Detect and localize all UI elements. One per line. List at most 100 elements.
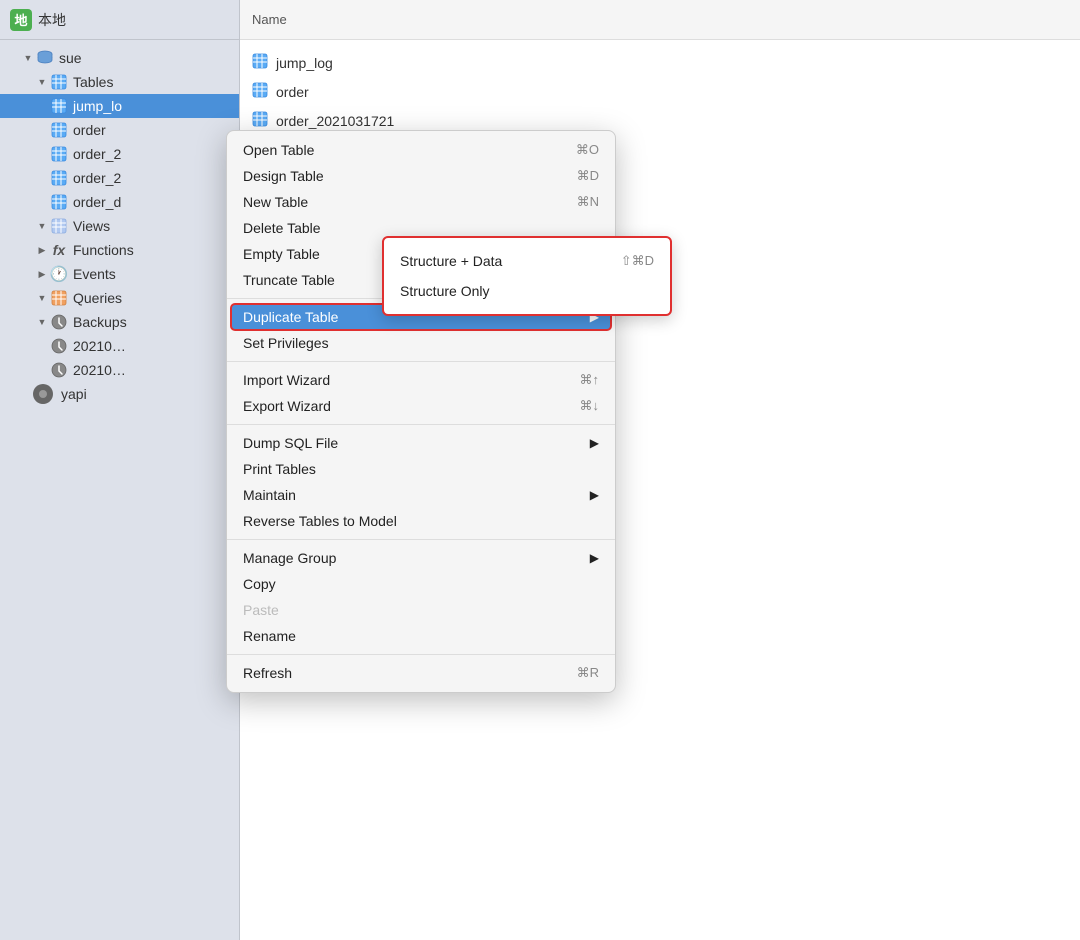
- menu-item-maintain[interactable]: Maintain ▶: [227, 482, 615, 508]
- sidebar-item-sue[interactable]: ▼ sue: [0, 46, 239, 70]
- menu-item-label: Rename: [243, 628, 296, 644]
- menu-item-label: Empty Table: [243, 246, 320, 262]
- db-icon: [36, 49, 54, 67]
- submenu-item-structure-only[interactable]: Structure Only: [384, 276, 670, 306]
- menu-item-reverse-tables[interactable]: Reverse Tables to Model: [227, 508, 615, 534]
- menu-item-new-table[interactable]: New Table ⌘N: [227, 189, 615, 215]
- menu-item-manage-group[interactable]: Manage Group ▶: [227, 545, 615, 571]
- sidebar-item-label: Functions: [73, 242, 134, 258]
- table-icon: [50, 121, 68, 139]
- menu-item-label: New Table: [243, 194, 308, 210]
- sidebar-item-views[interactable]: ▼ Views: [0, 214, 239, 238]
- sidebar-item-order-detail[interactable]: order_d: [0, 190, 239, 214]
- backup-file-icon: [50, 361, 68, 379]
- sidebar-item-label: sue: [59, 50, 82, 66]
- menu-item-design-table[interactable]: Design Table ⌘D: [227, 163, 615, 189]
- sidebar-item-label: Views: [73, 218, 110, 234]
- sidebar-item-order2[interactable]: order_2: [0, 142, 239, 166]
- menu-item-label: Manage Group: [243, 550, 336, 566]
- menu-item-set-privileges[interactable]: Set Privileges: [227, 330, 615, 356]
- main-header: Name: [240, 0, 1080, 40]
- sidebar-item-backups[interactable]: ▼ Backups: [0, 310, 239, 334]
- shortcut: ⌘O: [576, 142, 599, 158]
- menu-item-paste[interactable]: Paste: [227, 597, 615, 623]
- menu-item-print-tables[interactable]: Print Tables: [227, 456, 615, 482]
- item-label: order: [276, 84, 309, 100]
- shortcut: ⌘R: [577, 665, 599, 681]
- table-icon: [252, 111, 268, 130]
- expand-triangle: ▼: [36, 292, 48, 304]
- context-menu: Open Table ⌘O Design Table ⌘D New Table …: [226, 130, 616, 693]
- submenu-item-structure-data[interactable]: Structure + Data ⇧⌘D: [384, 246, 670, 276]
- submenu-item-label: Structure + Data: [400, 253, 502, 269]
- submenu-arrow: ▶: [590, 488, 599, 502]
- views-icon: [50, 217, 68, 235]
- sidebar-item-label: 20210…: [73, 362, 126, 378]
- list-item[interactable]: order: [240, 77, 1080, 106]
- sidebar-item-yapi[interactable]: yapi: [0, 382, 239, 406]
- table-icon: [50, 97, 68, 115]
- menu-separator: [227, 424, 615, 425]
- app-icon: 地: [10, 9, 32, 31]
- menu-item-copy[interactable]: Copy: [227, 571, 615, 597]
- table-icon: [50, 193, 68, 211]
- shortcut: ⌘↓: [580, 398, 600, 414]
- column-name-header: Name: [252, 12, 287, 27]
- submenu-shortcut: ⇧⌘D: [621, 253, 654, 269]
- menu-item-export-wizard[interactable]: Export Wizard ⌘↓: [227, 393, 615, 419]
- expand-triangle: ▼: [36, 316, 48, 328]
- backup-icon: [50, 313, 68, 331]
- sidebar-item-order3[interactable]: order_2: [0, 166, 239, 190]
- sidebar-tree: ▼ sue ▼ Tables jump_lo: [0, 40, 239, 412]
- sidebar-item-label: Backups: [73, 314, 127, 330]
- submenu-arrow: ▶: [590, 436, 599, 450]
- menu-item-import-wizard[interactable]: Import Wizard ⌘↑: [227, 367, 615, 393]
- events-icon: 🕐: [50, 265, 68, 283]
- sidebar-item-jump-log[interactable]: jump_lo: [0, 94, 239, 118]
- expand-triangle: ▼: [36, 76, 48, 88]
- menu-item-label: Duplicate Table: [243, 309, 338, 325]
- sidebar-item-functions[interactable]: ▶ fx Functions: [0, 238, 239, 262]
- item-label: jump_log: [276, 55, 333, 71]
- menu-item-label: Export Wizard: [243, 398, 331, 414]
- menu-item-refresh[interactable]: Refresh ⌘R: [227, 660, 615, 686]
- menu-item-label: Copy: [243, 576, 276, 592]
- menu-item-rename[interactable]: Rename: [227, 623, 615, 649]
- sidebar-item-label: order_2: [73, 146, 121, 162]
- menu-item-label: Reverse Tables to Model: [243, 513, 397, 529]
- shortcut: ⌘N: [577, 194, 599, 210]
- sidebar-item-label: Tables: [73, 74, 113, 90]
- table-icon: [252, 82, 268, 101]
- sidebar-item-events[interactable]: ▶ 🕐 Events: [0, 262, 239, 286]
- sidebar-item-tables[interactable]: ▼ Tables: [0, 70, 239, 94]
- menu-separator: [227, 654, 615, 655]
- menu-item-label: Refresh: [243, 665, 292, 681]
- expand-triangle: ▶: [36, 244, 48, 256]
- menu-item-label: Set Privileges: [243, 335, 329, 351]
- menu-separator: [227, 361, 615, 362]
- sidebar-item-backup1[interactable]: 20210…: [0, 334, 239, 358]
- menu-item-dump-sql[interactable]: Dump SQL File ▶: [227, 430, 615, 456]
- sidebar-item-queries[interactable]: ▼ Queries: [0, 286, 239, 310]
- menu-item-label: Maintain: [243, 487, 296, 503]
- sidebar-title: 本地: [38, 10, 66, 30]
- submenu-item-label: Structure Only: [400, 283, 489, 299]
- expand-triangle: ▼: [22, 52, 34, 64]
- sidebar-item-label: Queries: [73, 290, 122, 306]
- sidebar-item-label: 20210…: [73, 338, 126, 354]
- sidebar-item-label: order_d: [73, 194, 121, 210]
- menu-item-label: Import Wizard: [243, 372, 330, 388]
- sidebar-item-order[interactable]: order: [0, 118, 239, 142]
- table-icon: [252, 53, 268, 72]
- sidebar: 地 本地 ▼ sue ▼ Tables ju: [0, 0, 240, 940]
- sidebar-item-backup2[interactable]: 20210…: [0, 358, 239, 382]
- sidebar-item-label: Events: [73, 266, 116, 282]
- expand-triangle: ▼: [36, 220, 48, 232]
- menu-item-label: Design Table: [243, 168, 324, 184]
- list-item[interactable]: jump_log: [240, 48, 1080, 77]
- menu-item-label: Open Table: [243, 142, 314, 158]
- expand-triangle: ▶: [36, 268, 48, 280]
- menu-item-open-table[interactable]: Open Table ⌘O: [227, 137, 615, 163]
- menu-item-label: Print Tables: [243, 461, 316, 477]
- table-folder-icon: [50, 73, 68, 91]
